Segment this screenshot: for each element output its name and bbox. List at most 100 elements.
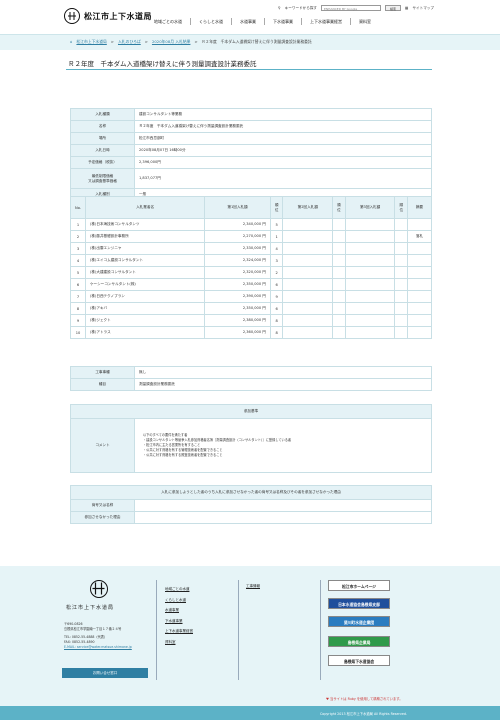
withdrawn-value — [134, 511, 432, 524]
info-value: 1,837,077円 — [134, 168, 432, 189]
bid-no: 1 — [70, 218, 86, 231]
banner-shimane-sewer[interactable]: 島根県下水道協会 — [328, 655, 390, 666]
table-row: 最低制限価格 又は調査基準価格 1,837,077円 — [70, 168, 432, 189]
bid-rank2 — [332, 242, 346, 255]
table-row: 予定価格（税抜） 2,396,000円 — [70, 156, 432, 169]
work-label: 工事事種 — [70, 366, 135, 379]
bid-amount: 2,360,000 円 — [204, 326, 271, 339]
bid-rank2 — [332, 326, 346, 339]
footer-link[interactable]: 地域ごとの水道 — [165, 584, 193, 595]
bid-amount: 2,390,000 円 — [204, 290, 271, 303]
footer-link[interactable]: 水道事業 — [165, 605, 193, 616]
bid-round2 — [282, 266, 334, 279]
bid-amount: 2,350,000 円 — [204, 278, 271, 291]
footer-divider — [320, 580, 321, 680]
bid-row: 5 (株)大建建設コンサルタント 2,320,000 円2 — [70, 266, 432, 279]
bid-name: (株)エイコム建設コンサルタント — [84, 254, 206, 267]
bid-name: (株)大建建設コンサルタント — [84, 266, 206, 279]
bid-name: ケーシーコンサルタント(株) — [84, 278, 206, 291]
work-table: 工事事種 無し 種目 測量調査設計業務委託 — [70, 366, 432, 391]
info-label: 最低制限価格 又は調査基準価格 — [70, 168, 135, 189]
bid-round2 — [282, 278, 334, 291]
footer-link[interactable]: くらしと水道 — [165, 595, 193, 606]
bid-round3 — [344, 230, 396, 243]
bid-rank: 8 — [269, 314, 284, 327]
bid-no: 3 — [70, 242, 86, 255]
withdrawn-value — [134, 499, 432, 512]
bid-rank3 — [394, 302, 409, 315]
footer-link-works[interactable]: 工事情報 — [246, 584, 260, 589]
nav-item[interactable]: くらしと水道 — [189, 18, 231, 25]
bid-note: 落札 — [407, 230, 432, 243]
info-label: 入札種類 — [70, 108, 135, 121]
nav-item[interactable]: 地域ごとの水道 — [146, 18, 190, 25]
table-row: 入札種類 建設コンサルタント等業務 — [70, 108, 432, 121]
col-header: 摘要 — [407, 196, 432, 219]
sitemap-link[interactable]: サイトマップ — [412, 6, 434, 11]
bid-note — [407, 278, 432, 291]
bid-rank: 1 — [269, 230, 284, 243]
nav-item[interactable]: 上下水道事業経営 — [300, 18, 350, 25]
bid-amount: 2,270,000 円 — [204, 230, 271, 243]
address-line[interactable]: E-MAIL: service@water.matsue.shimane.jp — [64, 645, 132, 650]
bid-rank: 6 — [269, 278, 284, 291]
keyword-label: キーワードから探す — [284, 5, 318, 10]
bid-row: 1 (株)日本海技術コンサルタンツ 2,340,000 円5 — [70, 218, 432, 231]
bid-rank: 4 — [269, 242, 284, 255]
bid-rank2 — [332, 278, 346, 291]
bid-round2 — [282, 218, 334, 231]
col-header: 第1回入札額 — [204, 196, 271, 219]
criteria-heading: 参加基準 — [70, 404, 432, 419]
breadcrumb-link[interactable]: 松江市上下水道局 — [76, 39, 106, 45]
copyright-bar — [0, 706, 500, 720]
bid-name: (株)日西テクノプラン — [84, 290, 206, 303]
chevron-right-icon: > — [194, 39, 198, 44]
bid-rank: 5 — [269, 218, 284, 231]
bid-no: 4 — [70, 254, 86, 267]
site-logo[interactable]: 松江市上下水道局 — [64, 8, 152, 24]
bid-amount: 2,320,000 円 — [204, 266, 271, 279]
main-nav: 地域ごとの水道 くらしと水道 水道事業 下水道事業 上下水道事業経営 資料室 — [146, 18, 379, 25]
info-label: 名称 — [70, 120, 135, 133]
banner-hikawa-water[interactable]: 斐川町水道企業団 — [328, 616, 390, 627]
search-input[interactable]: ENHANCED BY Google — [321, 5, 382, 11]
contact-button[interactable]: お問い合せ窓口 — [62, 668, 148, 678]
bid-amount: 2,330,000 円 — [204, 242, 271, 255]
footer-link[interactable]: 下水道事業 — [165, 616, 193, 627]
nav-item[interactable]: 下水道事業 — [263, 18, 301, 25]
footer-link[interactable]: 上下水道事業経営 — [165, 626, 193, 637]
nav-item[interactable]: 水道事業 — [230, 18, 264, 25]
criteria-line: ・公共に対す資格を有する照査技術者を配置できること — [143, 453, 223, 457]
search-button[interactable]: 検索 — [385, 5, 402, 11]
logo-emblem-icon — [64, 8, 80, 24]
bid-rank2 — [332, 314, 346, 327]
bid-round3 — [344, 254, 396, 267]
footer-logo-icon — [90, 580, 108, 598]
criteria-label: コメント — [70, 418, 135, 473]
bid-no: 5 — [70, 266, 86, 279]
search-icon: ⚲ — [278, 6, 281, 10]
bid-round3 — [344, 266, 396, 279]
withdrawn-table: 入札に参加しようとした者のうち入札に参加させなかった者の商号又は名称及びその者を… — [70, 485, 432, 524]
breadcrumb-current: Ｒ２年度 千本ダム入道橋架け替えに伴う測量調査設計業務委託 — [201, 39, 312, 44]
heart-icon: ♥ — [326, 697, 329, 701]
bid-note — [407, 218, 432, 231]
footer-divider — [238, 580, 239, 680]
breadcrumb-link[interactable]: 入札のひろば — [118, 39, 141, 45]
bid-no: 10 — [70, 326, 86, 339]
bid-rank2 — [332, 230, 346, 243]
banner-matsue-city[interactable]: 松江市ホームページ — [328, 580, 390, 591]
footer-link[interactable]: 資料室 — [165, 637, 193, 648]
table-row: 参加させなかった理由 — [70, 511, 432, 524]
bid-amount: 2,324,000 円 — [204, 254, 271, 267]
withdrawn-label: 参加させなかった理由 — [70, 511, 135, 524]
footer-note: ♥ 当サイトは Ruby を使用して構築されています。 — [326, 696, 403, 701]
breadcrumb-link[interactable]: 2020年08月 入札結果 — [152, 39, 190, 45]
banner-jwwa-shimane[interactable]: 日本水道協会島根県支部 — [328, 598, 390, 609]
info-value: 松江市西忌部町 — [134, 132, 432, 145]
banner-shimane-enterprise[interactable]: 島根県企業局 — [328, 636, 390, 647]
bid-note — [407, 242, 432, 255]
nav-item[interactable]: 資料室 — [349, 18, 379, 25]
bid-rank: 9 — [269, 290, 284, 303]
bid-row: 9 (株)ジェクト 2,380,000 円8 — [70, 314, 432, 327]
